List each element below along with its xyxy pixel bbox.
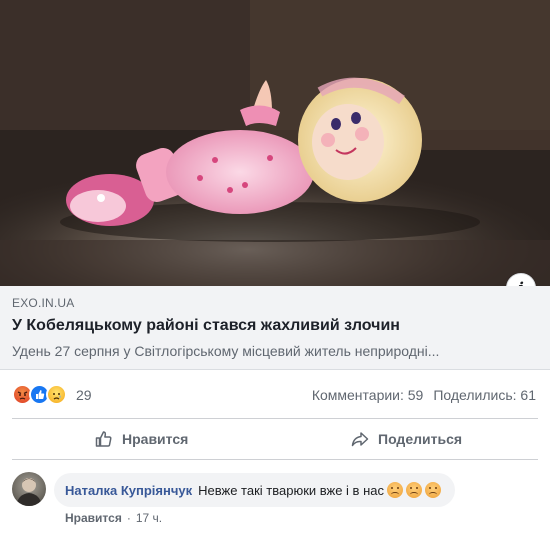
sad-reaction-icon [46,384,67,405]
comment-author[interactable]: Наталка Купріянчук [65,483,192,498]
comment-item: Наталка Купріянчук Невже такі тварюки вж… [0,470,550,537]
thumbs-up-icon [95,431,112,447]
like-button-label: Нравится [122,431,189,447]
engagement-counts: Комментарии: 59 Поделились: 61 [302,387,536,403]
comment-timestamp[interactable]: 17 ч. [136,511,162,525]
frowning-face-icon [386,482,403,498]
comment-like-button[interactable]: Нравится [65,511,122,525]
doll-photo [0,0,550,286]
link-snippet: Удень 27 серпня у Світлогірському місцев… [12,343,440,359]
shares-count[interactable]: Поделились: 61 [433,387,536,403]
link-domain: EXO.IN.UA [12,296,75,310]
like-button[interactable]: Нравится [94,419,188,459]
link-headline[interactable]: У Кобеляцькому районі стався жахливий зл… [12,317,400,335]
frowning-face-icon [424,482,441,498]
comment-text: Невже такі тварюки вже і в нас [198,482,384,498]
post-actions: Нравится Поделиться [12,418,538,460]
meta-separator: · [126,511,131,525]
reaction-count[interactable]: 29 [76,387,92,403]
share-button[interactable]: Поделиться [350,419,462,459]
link-preview-meta[interactable]: EXO.IN.UA У Кобеляцькому районі стався ж… [0,286,550,370]
comment-bubble: Наталка Купріянчук Невже такі тварюки вж… [54,473,455,507]
comments-count[interactable]: Комментарии: 59 [312,387,424,403]
post-stats: 29 Комментарии: 59 Поделились: 61 [0,376,550,412]
frowning-face-icon [405,482,422,498]
share-arrow-icon [351,432,369,447]
share-button-label: Поделиться [378,431,463,447]
avatar[interactable] [12,472,46,506]
comment-meta: Нравится · 17 ч. [65,511,162,525]
link-preview-image[interactable] [0,0,550,286]
